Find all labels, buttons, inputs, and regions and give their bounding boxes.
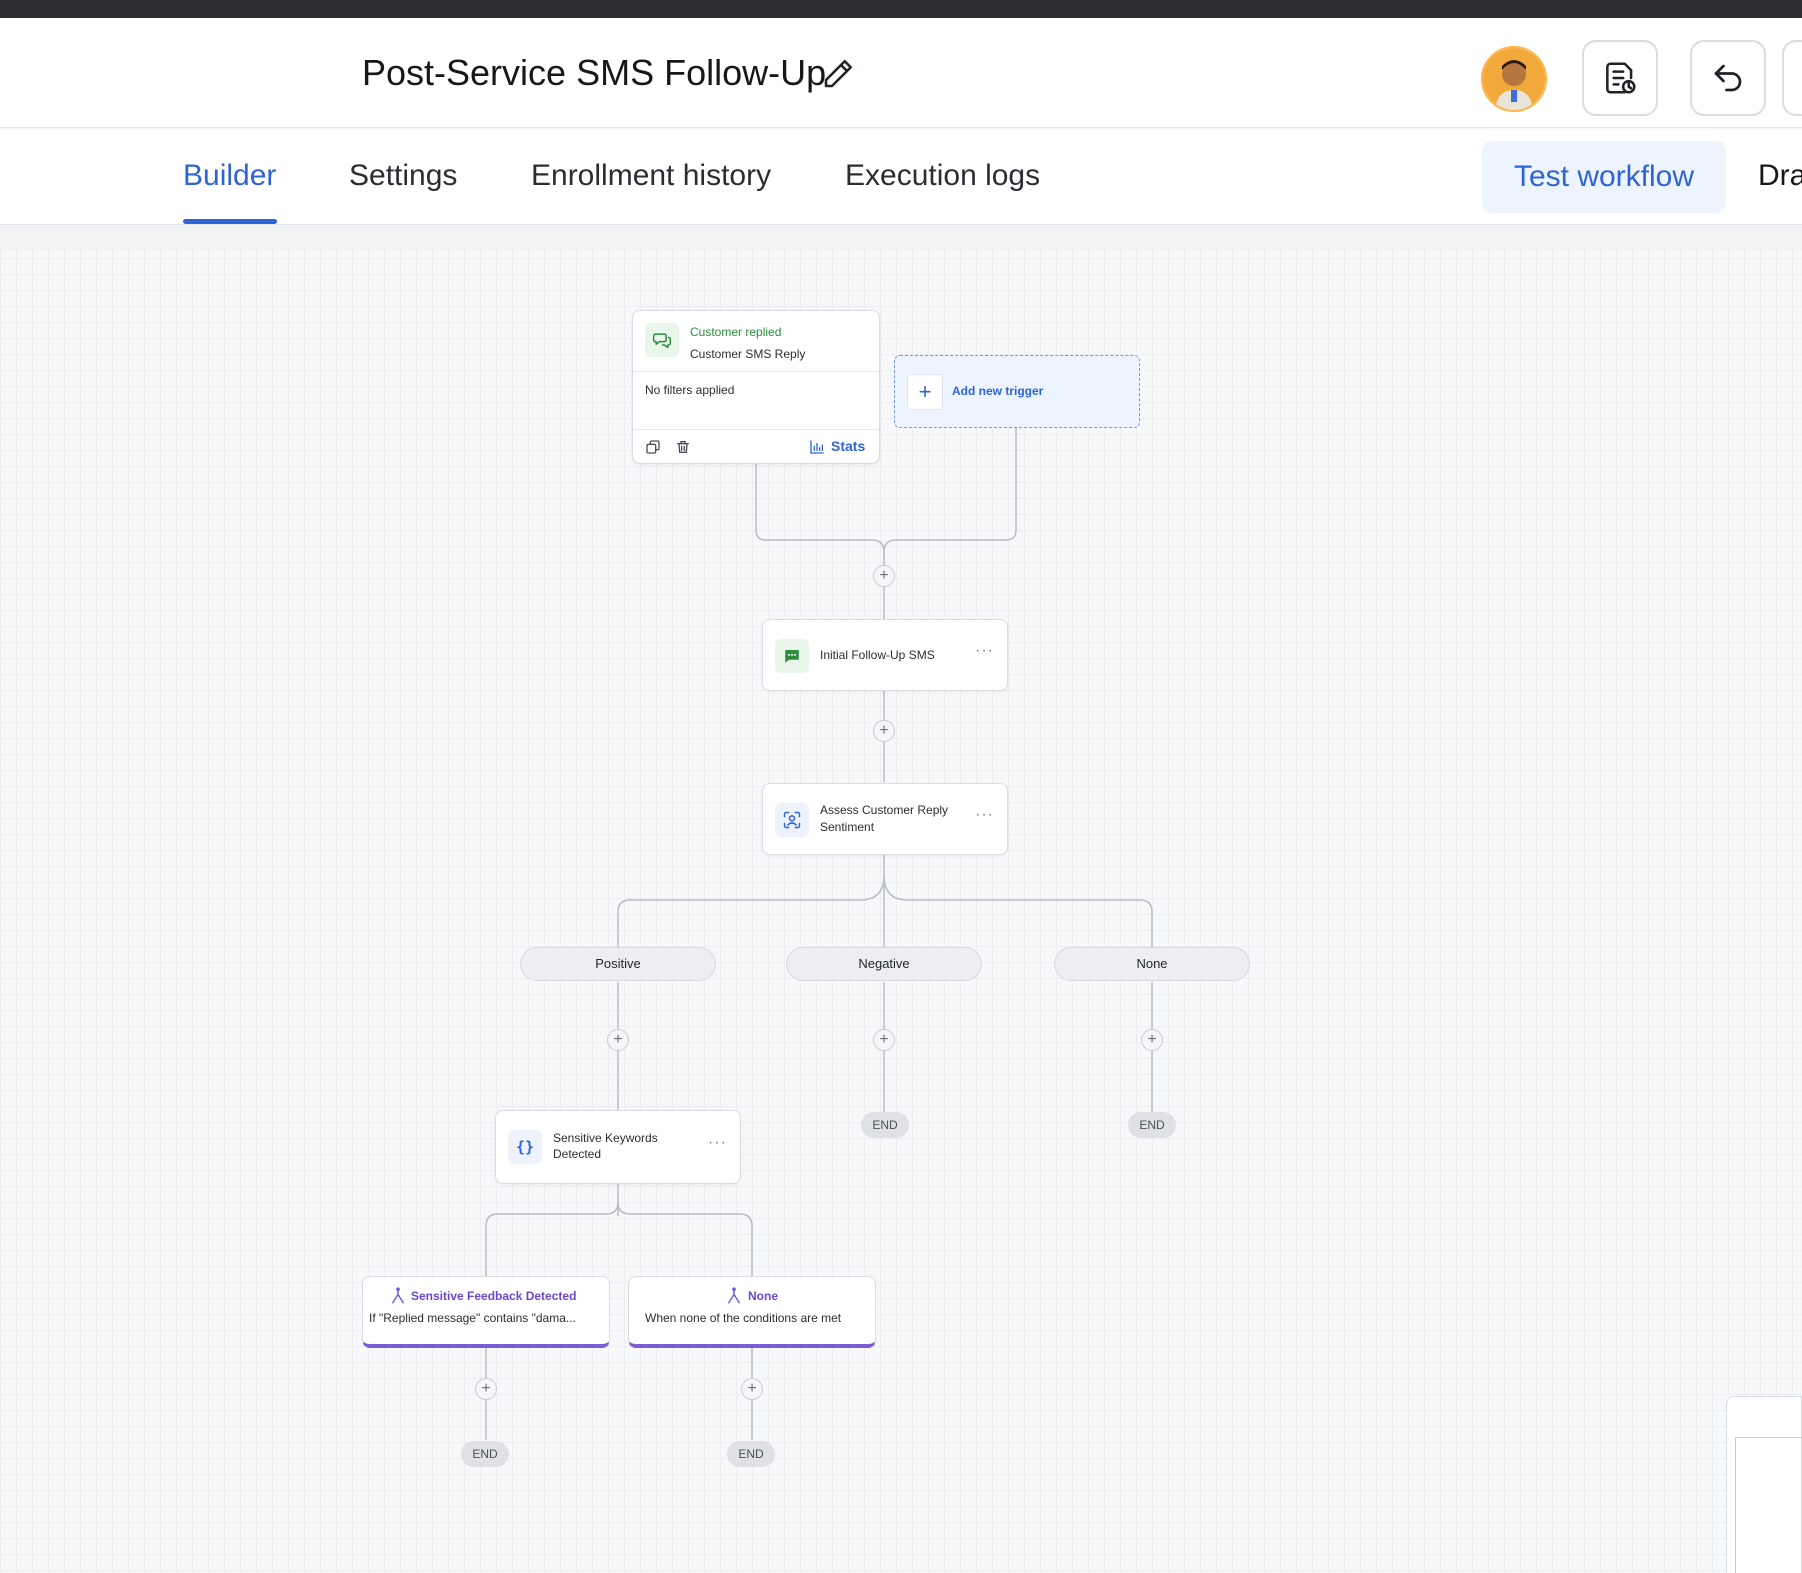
minimap-panel[interactable] [1726, 1396, 1802, 1573]
add-trigger-label: Add new trigger [952, 384, 1044, 398]
trigger-filters: No filters applied [645, 383, 735, 397]
active-tab-indicator [183, 219, 277, 224]
pencil-icon[interactable] [820, 56, 856, 92]
duplicate-icon[interactable] [645, 439, 661, 455]
branch-split-icon [389, 1287, 407, 1305]
condition-description: If "Replied message" contains "dama... [369, 1311, 576, 1325]
add-step-button[interactable]: + [741, 1378, 763, 1400]
braces-icon: {} [508, 1130, 542, 1164]
node-title-line2: Sentiment [820, 820, 875, 834]
document-icon [1606, 62, 1636, 94]
trigger-card[interactable]: Customer replied Customer SMS Reply No f… [632, 310, 880, 464]
condition-title: Sensitive Feedback Detected [411, 1289, 577, 1303]
condition-description: When none of the conditions are met [645, 1311, 842, 1325]
end-marker: END [461, 1441, 509, 1467]
trigger-footer-divider [633, 429, 879, 430]
face-scan-icon [775, 803, 809, 837]
more-options-icon[interactable]: ··· [708, 1134, 727, 1152]
trash-icon[interactable] [675, 439, 691, 455]
undo-button[interactable] [1690, 40, 1766, 116]
trigger-divider [633, 371, 879, 372]
tabs-bar: Builder Settings Enrollment history Exec… [0, 129, 1802, 225]
workflow-canvas[interactable]: Customer replied Customer SMS Reply No f… [0, 226, 1802, 1573]
document-check-button[interactable] [1582, 40, 1658, 116]
avatar[interactable] [1481, 46, 1547, 112]
header: Post-Service SMS Follow-Up [0, 18, 1802, 128]
action-node-assess-sentiment[interactable]: Assess Customer Reply Sentiment ··· [762, 783, 1008, 855]
condition-branch-none[interactable]: None When none of the conditions are met [628, 1276, 876, 1348]
node-title-line1: Sensitive Keywords [553, 1131, 658, 1145]
connector-lines [485, 428, 1153, 1440]
node-title-line2: Detected [553, 1147, 602, 1161]
action-node-initial-sms[interactable]: Initial Follow-Up SMS ··· [762, 619, 1008, 691]
condition-branch-sensitive-feedback[interactable]: Sensitive Feedback Detected If "Replied … [362, 1276, 610, 1348]
condition-node-sensitive-keywords[interactable]: {} Sensitive Keywords Detected ··· [495, 1110, 741, 1184]
node-title: Initial Follow-Up SMS [820, 648, 935, 662]
tab-execution-logs[interactable]: Execution logs [845, 159, 1040, 193]
undo-icon [1714, 64, 1742, 92]
more-options-icon[interactable]: ··· [975, 642, 994, 660]
tab-builder[interactable]: Builder [183, 159, 276, 193]
message-icon [775, 639, 809, 673]
page-title: Post-Service SMS Follow-Up [362, 52, 827, 93]
tab-settings[interactable]: Settings [349, 159, 457, 193]
trigger-name: Customer SMS Reply [690, 347, 806, 361]
end-marker: END [861, 1112, 909, 1138]
stats-link[interactable]: Stats [831, 438, 865, 454]
branch-negative[interactable]: Negative [786, 947, 982, 981]
test-workflow-button[interactable]: Test workflow [1482, 141, 1726, 213]
redo-button[interactable] [1782, 40, 1802, 116]
branch-split-icon [725, 1287, 743, 1305]
end-marker: END [727, 1441, 775, 1467]
trigger-event-label: Customer replied [690, 325, 782, 339]
add-step-button[interactable]: + [873, 565, 895, 587]
tab-enrollment-history[interactable]: Enrollment history [531, 159, 771, 193]
branch-none[interactable]: None [1054, 947, 1250, 981]
add-step-button[interactable]: + [475, 1378, 497, 1400]
branch-positive[interactable]: Positive [520, 947, 716, 981]
minimap-viewport [1735, 1437, 1802, 1573]
node-title-line1: Assess Customer Reply [820, 803, 949, 817]
add-step-button[interactable]: + [873, 1029, 895, 1051]
more-options-icon[interactable]: ··· [975, 806, 994, 824]
end-marker: END [1128, 1112, 1176, 1138]
bar-chart-icon [809, 439, 825, 455]
add-trigger-button[interactable]: + Add new trigger [894, 355, 1140, 428]
chat-bubbles-icon [645, 323, 679, 357]
add-step-button[interactable]: + [607, 1029, 629, 1051]
draft-toggle-label[interactable]: Dra [1758, 159, 1802, 193]
add-step-button[interactable]: + [1141, 1029, 1163, 1051]
plus-icon: + [907, 374, 943, 410]
condition-title: None [748, 1289, 778, 1303]
add-step-button[interactable]: + [873, 720, 895, 742]
window-top-strip [0, 0, 1802, 18]
